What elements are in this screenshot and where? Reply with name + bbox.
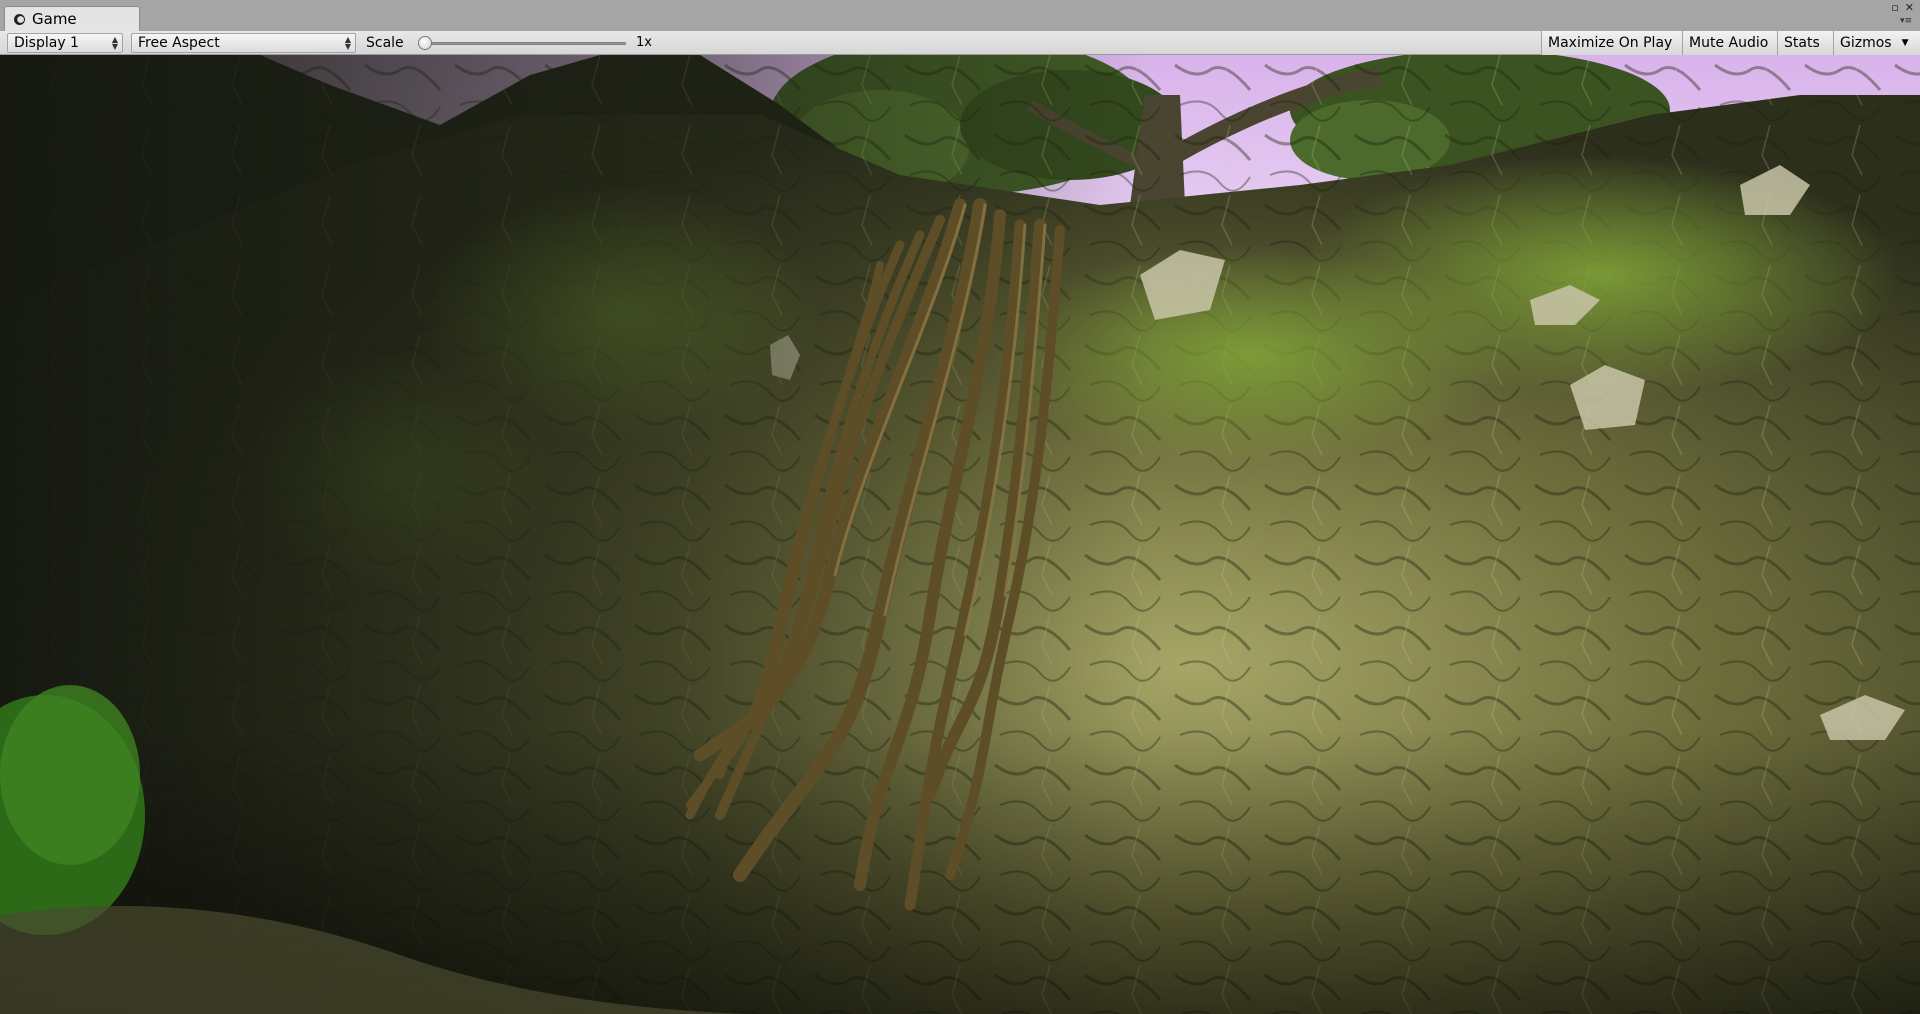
mute-audio-toggle[interactable]: Mute Audio [1682,31,1777,55]
maximize-on-play-toggle[interactable]: Maximize On Play [1541,31,1682,55]
updown-icon: ▲ ▼ [344,35,351,51]
game-scene [0,55,1920,1014]
tab-bar: Game ▫ ✕ ▾≡ [0,0,1920,31]
updown-icon: ▲ ▼ [111,35,118,51]
scale-slider-track[interactable] [418,42,626,45]
gizmos-label: Gizmos [1840,35,1892,51]
tab-menu-icon[interactable]: ▾≡ [1900,17,1912,26]
maximize-on-play-label: Maximize On Play [1548,35,1673,51]
unity-game-icon [13,13,26,26]
gizmos-dropdown[interactable]: Gizmos ▼ [1833,31,1920,55]
tab-label: Game [32,10,77,28]
game-toolbar: Display 1 ▲ ▼ Free Aspect ▲ ▼ Scale 1x Max… [0,31,1920,55]
scale-label: Scale [366,35,404,51]
display-select-label: Display 1 [14,35,79,51]
scale-value: 1x [636,35,652,50]
dropdown-arrow-icon: ▼ [1901,38,1909,48]
close-icon[interactable]: ✕ [1905,2,1914,13]
maximize-icon[interactable]: ▫ [1891,2,1898,13]
scale-slider-thumb[interactable] [418,36,432,50]
display-select[interactable]: Display 1 ▲ ▼ [7,33,123,53]
window-controls: ▫ ✕ [1891,2,1914,13]
stats-toggle[interactable]: Stats [1777,31,1833,55]
scale-control: Scale 1x [358,33,658,53]
mute-audio-label: Mute Audio [1689,35,1769,51]
aspect-select[interactable]: Free Aspect ▲ ▼ [131,33,356,53]
stats-label: Stats [1784,35,1820,51]
aspect-select-label: Free Aspect [138,35,220,51]
tab-game[interactable]: Game [4,6,140,31]
game-viewport[interactable] [0,55,1920,1014]
